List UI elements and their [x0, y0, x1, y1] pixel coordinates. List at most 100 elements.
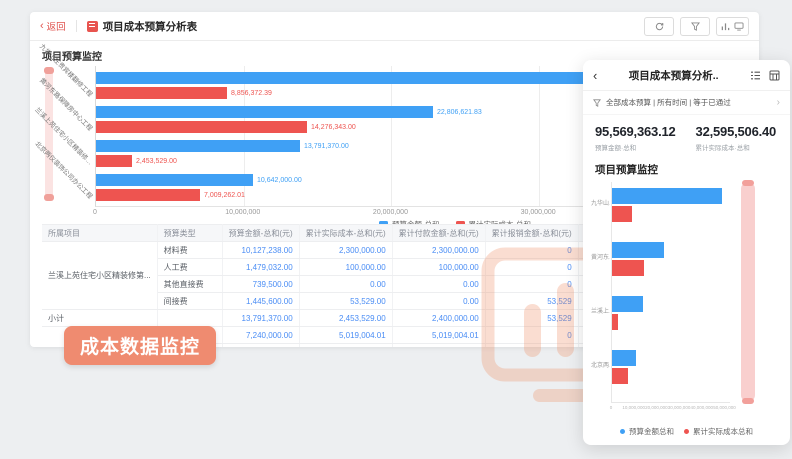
panel-zoom-slider[interactable]	[741, 182, 755, 402]
stat-actual-total: 32,595,506.40 累计实际成本·总和	[696, 124, 777, 152]
budget-bar	[96, 140, 300, 152]
panel-header-icons	[750, 70, 780, 81]
actual-bar	[612, 368, 628, 384]
actual-bar	[96, 155, 132, 167]
column-header: 所属项目	[42, 225, 157, 242]
table-cell: 5,019,004.01	[392, 327, 485, 344]
table-cell: 1,695,320.00	[392, 344, 485, 348]
page-title: 项目成本预算分析表	[103, 19, 198, 34]
bar-value-label: 2,453,529.00	[136, 158, 177, 165]
legend-dot-blue	[620, 429, 625, 434]
refresh-button[interactable]	[644, 17, 674, 36]
filter-button[interactable]	[680, 17, 710, 36]
actual-bar	[612, 206, 632, 222]
stat-budget-total: 95,569,363.12 预算金额·总和	[595, 124, 676, 152]
bar-value-label: 8,856,372.39	[231, 90, 272, 97]
budget-bar	[612, 242, 664, 258]
table-cell: 1,695,320.00	[299, 344, 392, 348]
table-cell	[157, 310, 222, 327]
table-cell: 0	[485, 276, 578, 293]
table-cell: 2,300,000.00	[392, 242, 485, 259]
table-cell: 材料费	[157, 242, 222, 259]
table-cell: 0.00	[392, 293, 485, 310]
table-cell: 2,300,000.00	[299, 242, 392, 259]
list-icon[interactable]	[750, 70, 761, 81]
refresh-icon	[655, 22, 664, 31]
axis-tick-label: 30,000,000	[498, 209, 578, 216]
actual-bar	[96, 87, 227, 99]
bar-value-label: 7,009,262.01	[204, 192, 245, 199]
panel-section-title: 项目预算监控	[583, 156, 790, 179]
category-label: 兰溪上苑住宅小区精装修…	[33, 104, 95, 166]
category-label: 兰溪上…	[591, 306, 610, 315]
budget-bar	[612, 188, 722, 204]
category-label: 黄河东…	[591, 252, 610, 261]
budget-bar	[96, 106, 433, 118]
table-row[interactable]: 兰溪上苑住宅小区精装修第...材料费10,127,238.002,300,000…	[42, 242, 670, 259]
stat-value: 32,595,506.40	[696, 124, 777, 139]
bar-value-label: 14,276,343.00	[311, 124, 356, 131]
category-label: 北京两仪装饰公司办公工程	[33, 138, 95, 200]
legend-label: 累计实际成本总和	[693, 426, 753, 437]
gridline	[391, 66, 392, 206]
actual-bar	[612, 314, 618, 330]
filter-text: 全部成本预算 | 所有时间 | 等于已通过	[606, 97, 731, 108]
zoom-handle-bottom[interactable]	[742, 398, 754, 404]
table-cell: 0.00	[392, 276, 485, 293]
table-cell: 5,019,004.01	[299, 327, 392, 344]
table-cell: 0	[485, 327, 578, 344]
bar-value-label: 22,806,621.83	[437, 109, 482, 116]
mobile-preview-panel: ‹ 项目成本预算分析.. 全部成本预算 | 所有时间 | 等于已通过 › 95,…	[583, 60, 790, 445]
panel-stats: 95,569,363.12 预算金额·总和 32,595,506.40 累计实际…	[583, 115, 790, 156]
back-label: 返回	[47, 19, 66, 33]
actual-bar	[96, 189, 200, 201]
zoom-handle-top[interactable]	[742, 180, 754, 186]
table-cell: 人工费	[157, 259, 222, 276]
budget-bar	[612, 350, 636, 366]
funnel-icon	[593, 99, 601, 107]
column-header: 累计报销金额-总和(元)	[485, 225, 578, 242]
table-cell: 间接费	[157, 293, 222, 310]
panel-legend: 预算金额总和 累计实际成本总和	[583, 426, 790, 437]
table-cell: 2,400,000.00	[392, 310, 485, 327]
zoom-handle-bottom[interactable]	[44, 194, 54, 201]
view-toggle-button[interactable]	[716, 17, 749, 36]
table-cell: 53,529	[485, 310, 578, 327]
budget-bar	[612, 296, 643, 312]
chevron-right-icon: ›	[777, 97, 780, 108]
table-cell: 739,500.00	[222, 276, 299, 293]
table-cell: 0	[485, 344, 578, 348]
stat-value: 95,569,363.12	[595, 124, 676, 139]
legend-item-budget[interactable]: 预算金额总和	[620, 426, 674, 437]
axis-tick-label: 10,000,000	[203, 209, 283, 216]
actual-bar	[96, 121, 307, 133]
report-icon	[87, 21, 98, 32]
zoom-handle-top[interactable]	[44, 67, 54, 74]
legend-dot-red	[684, 429, 689, 434]
bar-value-label: 13,791,370.00	[304, 143, 349, 150]
panel-chart-plot	[611, 182, 730, 403]
actual-bar	[612, 260, 644, 276]
table-cell: 0	[485, 259, 578, 276]
legend-item-actual[interactable]: 累计实际成本总和	[684, 426, 753, 437]
table-cell: 其他直接费	[157, 276, 222, 293]
panel-title: 项目成本预算分析..	[597, 68, 750, 83]
table-cell: 0.00	[299, 276, 392, 293]
grid-icon[interactable]	[769, 70, 780, 81]
table-cell: 10,127,238.00	[222, 242, 299, 259]
back-button[interactable]: ‹ 返回	[40, 19, 66, 33]
panel-filter-bar[interactable]: 全部成本预算 | 所有时间 | 等于已通过 ›	[583, 91, 790, 115]
chevron-left-icon: ‹	[40, 21, 44, 32]
table-cell: 0	[485, 242, 578, 259]
title-bar: ‹ 返回 项目成本预算分析表	[30, 12, 759, 41]
axis-tick-label: 0	[55, 209, 135, 216]
table-cell: 53,529	[485, 293, 578, 310]
stat-label: 预算金额·总和	[595, 142, 676, 152]
stat-label: 累计实际成本·总和	[696, 142, 777, 152]
table-row[interactable]: 小计13,791,370.002,453,529.002,400,000.005…	[42, 310, 670, 327]
panel-header: ‹ 项目成本预算分析..	[583, 60, 790, 91]
column-header: 预算类型	[157, 225, 222, 242]
divider	[76, 20, 77, 32]
table-cell: 兰溪上苑住宅小区精装修第...	[42, 242, 157, 310]
axis-tick-label: 50,000,000	[704, 405, 744, 410]
